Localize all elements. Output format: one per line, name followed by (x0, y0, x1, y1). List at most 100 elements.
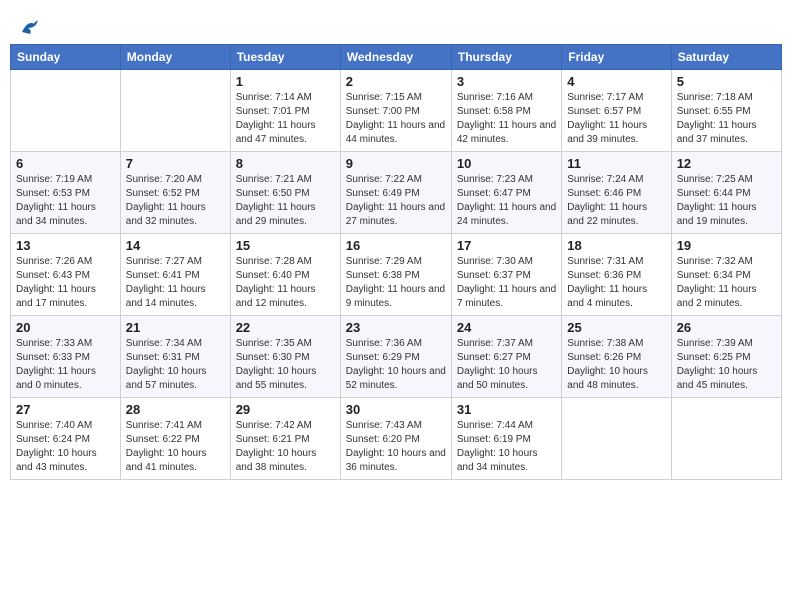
day-number: 1 (236, 74, 335, 89)
day-info: Sunrise: 7:17 AM Sunset: 6:57 PM Dayligh… (567, 91, 665, 147)
day-number: 10 (457, 156, 556, 171)
day-number: 22 (236, 320, 335, 335)
calendar-cell: 28 Sunrise: 7:41 AM Sunset: 6:22 PM Dayli… (120, 398, 230, 480)
day-number: 26 (677, 320, 776, 335)
day-info: Sunrise: 7:27 AM Sunset: 6:41 PM Dayligh… (126, 255, 225, 311)
day-number: 18 (567, 238, 665, 253)
calendar-cell: 30Sunrise: 7:43 AM Sunset: 6:20 PM Dayli… (340, 398, 451, 480)
calendar-cell: 5 Sunrise: 7:18 AM Sunset: 6:55 PM Daylig… (671, 70, 781, 152)
day-number: 14 (126, 238, 225, 253)
logo (18, 14, 42, 32)
calendar-cell: 11 Sunrise: 7:24 AM Sunset: 6:46 PM Dayli… (562, 152, 671, 234)
day-info: Sunrise: 7:19 AM Sunset: 6:53 PM Dayligh… (16, 173, 115, 229)
calendar-week-row: 13Sunrise: 7:26 AM Sunset: 6:43 PM Dayli… (11, 234, 782, 316)
day-info: Sunrise: 7:41 AM Sunset: 6:22 PM Dayligh… (126, 419, 225, 475)
calendar-cell: 18Sunrise: 7:31 AM Sunset: 6:36 PM Dayli… (562, 234, 671, 316)
day-info: Sunrise: 7:15 AM Sunset: 7:00 PM Dayligh… (346, 91, 446, 147)
day-number: 27 (16, 402, 115, 417)
day-number: 29 (236, 402, 335, 417)
day-info: Sunrise: 7:30 AM Sunset: 6:37 PM Dayligh… (457, 255, 556, 311)
day-number: 24 (457, 320, 556, 335)
calendar-cell: 15Sunrise: 7:28 AM Sunset: 6:40 PM Dayli… (230, 234, 340, 316)
day-number: 19 (677, 238, 776, 253)
day-number: 5 (677, 74, 776, 89)
day-number: 3 (457, 74, 556, 89)
day-info: Sunrise: 7:25 AM Sunset: 6:44 PM Dayligh… (677, 173, 776, 229)
calendar-cell: 22 Sunrise: 7:35 AM Sunset: 6:30 PM Dayli… (230, 316, 340, 398)
calendar-week-row: 1 Sunrise: 7:14 AM Sunset: 7:01 PM Daylig… (11, 70, 782, 152)
day-info: Sunrise: 7:33 AM Sunset: 6:33 PM Dayligh… (16, 337, 115, 393)
calendar-cell: 13Sunrise: 7:26 AM Sunset: 6:43 PM Dayli… (11, 234, 121, 316)
day-info: Sunrise: 7:20 AM Sunset: 6:52 PM Dayligh… (126, 173, 225, 229)
calendar-cell: 3 Sunrise: 7:16 AM Sunset: 6:58 PM Daylig… (451, 70, 561, 152)
day-number: 2 (346, 74, 446, 89)
calendar-cell: 6 Sunrise: 7:19 AM Sunset: 6:53 PM Daylig… (11, 152, 121, 234)
day-number: 17 (457, 238, 556, 253)
calendar-cell: 16 Sunrise: 7:29 AM Sunset: 6:38 PM Dayli… (340, 234, 451, 316)
calendar-cell: 12Sunrise: 7:25 AM Sunset: 6:44 PM Dayli… (671, 152, 781, 234)
day-info: Sunrise: 7:42 AM Sunset: 6:21 PM Dayligh… (236, 419, 335, 475)
day-info: Sunrise: 7:23 AM Sunset: 6:47 PM Dayligh… (457, 173, 556, 229)
day-info: Sunrise: 7:22 AM Sunset: 6:49 PM Dayligh… (346, 173, 446, 229)
day-number: 7 (126, 156, 225, 171)
day-number: 21 (126, 320, 225, 335)
day-info: Sunrise: 7:34 AM Sunset: 6:31 PM Dayligh… (126, 337, 225, 393)
day-info: Sunrise: 7:29 AM Sunset: 6:38 PM Dayligh… (346, 255, 446, 311)
day-number: 16 (346, 238, 446, 253)
calendar-cell: 27 Sunrise: 7:40 AM Sunset: 6:24 PM Dayli… (11, 398, 121, 480)
calendar-week-row: 27 Sunrise: 7:40 AM Sunset: 6:24 PM Dayli… (11, 398, 782, 480)
day-of-week-header: Wednesday (340, 45, 451, 70)
calendar-cell (671, 398, 781, 480)
calendar-week-row: 6 Sunrise: 7:19 AM Sunset: 6:53 PM Daylig… (11, 152, 782, 234)
day-number: 20 (16, 320, 115, 335)
day-number: 8 (236, 156, 335, 171)
day-of-week-header: Sunday (11, 45, 121, 70)
calendar-cell: 26 Sunrise: 7:39 AM Sunset: 6:25 PM Dayli… (671, 316, 781, 398)
day-info: Sunrise: 7:40 AM Sunset: 6:24 PM Dayligh… (16, 419, 115, 475)
day-number: 4 (567, 74, 665, 89)
day-number: 6 (16, 156, 115, 171)
day-number: 11 (567, 156, 665, 171)
day-info: Sunrise: 7:37 AM Sunset: 6:27 PM Dayligh… (457, 337, 556, 393)
calendar-cell: 29 Sunrise: 7:42 AM Sunset: 6:21 PM Dayli… (230, 398, 340, 480)
day-number: 31 (457, 402, 556, 417)
day-info: Sunrise: 7:43 AM Sunset: 6:20 PM Dayligh… (346, 419, 446, 475)
day-info: Sunrise: 7:44 AM Sunset: 6:19 PM Dayligh… (457, 419, 556, 475)
day-number: 15 (236, 238, 335, 253)
day-info: Sunrise: 7:24 AM Sunset: 6:46 PM Dayligh… (567, 173, 665, 229)
day-info: Sunrise: 7:16 AM Sunset: 6:58 PM Dayligh… (457, 91, 556, 147)
day-number: 28 (126, 402, 225, 417)
day-info: Sunrise: 7:32 AM Sunset: 6:34 PM Dayligh… (677, 255, 776, 311)
day-of-week-header: Saturday (671, 45, 781, 70)
calendar-cell: 8 Sunrise: 7:21 AM Sunset: 6:50 PM Daylig… (230, 152, 340, 234)
day-of-week-header: Thursday (451, 45, 561, 70)
day-info: Sunrise: 7:14 AM Sunset: 7:01 PM Dayligh… (236, 91, 335, 147)
calendar-cell: 24 Sunrise: 7:37 AM Sunset: 6:27 PM Dayli… (451, 316, 561, 398)
day-number: 23 (346, 320, 446, 335)
day-info: Sunrise: 7:39 AM Sunset: 6:25 PM Dayligh… (677, 337, 776, 393)
calendar-cell: 21 Sunrise: 7:34 AM Sunset: 6:31 PM Dayli… (120, 316, 230, 398)
calendar-cell: 25 Sunrise: 7:38 AM Sunset: 6:26 PM Dayli… (562, 316, 671, 398)
calendar-cell: 9 Sunrise: 7:22 AM Sunset: 6:49 PM Daylig… (340, 152, 451, 234)
calendar-header-row: SundayMondayTuesdayWednesdayThursdayFrid… (11, 45, 782, 70)
calendar-cell: 14 Sunrise: 7:27 AM Sunset: 6:41 PM Dayli… (120, 234, 230, 316)
day-info: Sunrise: 7:38 AM Sunset: 6:26 PM Dayligh… (567, 337, 665, 393)
day-of-week-header: Tuesday (230, 45, 340, 70)
calendar-cell (562, 398, 671, 480)
day-info: Sunrise: 7:35 AM Sunset: 6:30 PM Dayligh… (236, 337, 335, 393)
calendar-cell (120, 70, 230, 152)
calendar-cell: 17 Sunrise: 7:30 AM Sunset: 6:37 PM Dayli… (451, 234, 561, 316)
day-info: Sunrise: 7:21 AM Sunset: 6:50 PM Dayligh… (236, 173, 335, 229)
day-info: Sunrise: 7:18 AM Sunset: 6:55 PM Dayligh… (677, 91, 776, 147)
day-info: Sunrise: 7:26 AM Sunset: 6:43 PM Dayligh… (16, 255, 115, 311)
calendar-cell: 10 Sunrise: 7:23 AM Sunset: 6:47 PM Dayli… (451, 152, 561, 234)
day-number: 25 (567, 320, 665, 335)
calendar-cell: 19 Sunrise: 7:32 AM Sunset: 6:34 PM Dayli… (671, 234, 781, 316)
day-of-week-header: Friday (562, 45, 671, 70)
calendar-cell: 1 Sunrise: 7:14 AM Sunset: 7:01 PM Daylig… (230, 70, 340, 152)
calendar-cell (11, 70, 121, 152)
day-number: 9 (346, 156, 446, 171)
day-of-week-header: Monday (120, 45, 230, 70)
calendar-table: SundayMondayTuesdayWednesdayThursdayFrid… (10, 44, 782, 480)
calendar-cell: 23Sunrise: 7:36 AM Sunset: 6:29 PM Dayli… (340, 316, 451, 398)
